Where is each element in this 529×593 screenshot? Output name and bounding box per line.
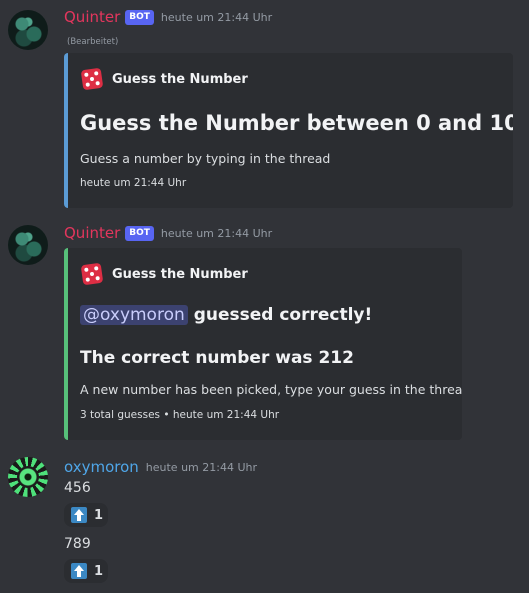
embed-author-name: Guess the Number [112, 71, 248, 87]
reaction-button[interactable]: 1 [64, 503, 108, 527]
timestamp: heute um 21:44 Uhr [160, 10, 273, 24]
embed-subtitle: The correct number was 212 [80, 348, 354, 368]
embed-title: Guess the Number between 0 and 1000 [80, 111, 513, 135]
embed-title: @oxymoron guessed correctly! [80, 305, 372, 325]
embed-title-text: guessed correctly! [193, 305, 373, 325]
edited-label: (Bearbeitet) [67, 37, 119, 47]
user-mention[interactable]: @oxymoron [80, 305, 188, 325]
embed: Guess the Number Guess the Number betwee… [64, 53, 513, 208]
author-name[interactable]: oxymoron [64, 458, 139, 476]
message-header: Quinter BOT heute um 21:44 Uhr [64, 224, 272, 242]
timestamp: heute um 21:44 Uhr [145, 460, 257, 474]
author-name[interactable]: Quinter [64, 8, 120, 26]
user-avatar[interactable] [8, 10, 48, 50]
reaction-count: 1 [94, 563, 104, 579]
user-avatar[interactable] [8, 225, 48, 265]
embed-accent-bar [64, 248, 68, 440]
embed-footer: 3 total guesses • heute um 21:44 Uhr [80, 409, 280, 421]
message-header: Quinter BOT heute um 21:44 Uhr [64, 8, 272, 26]
timestamp: heute um 21:44 Uhr [160, 226, 273, 240]
embed: Guess the Number @oxymoron guessed corre… [64, 248, 462, 440]
embed-description: Guess a number by typing in the thread [80, 151, 331, 166]
embed-description: A new number has been picked, type your … [80, 382, 462, 397]
embed-footer: heute um 21:44 Uhr [80, 177, 187, 189]
message-text: 789 [64, 536, 91, 552]
author-name[interactable]: Quinter [64, 224, 120, 242]
user-avatar[interactable] [8, 457, 48, 497]
reaction-button[interactable]: 1 [64, 559, 108, 583]
embed-author: Guess the Number [80, 262, 248, 286]
reaction-count: 1 [94, 507, 104, 523]
bot-tag: BOT [125, 9, 154, 25]
bot-tag: BOT [125, 225, 154, 241]
up-arrow-icon [71, 563, 87, 579]
up-arrow-icon [71, 507, 87, 523]
game-die-icon [80, 67, 104, 91]
message-text: 456 [64, 480, 91, 496]
embed-author: Guess the Number [80, 67, 248, 91]
message-header: oxymoron heute um 21:44 Uhr [64, 458, 257, 476]
game-die-icon [80, 262, 104, 286]
embed-accent-bar [64, 53, 68, 208]
embed-author-name: Guess the Number [112, 266, 248, 282]
